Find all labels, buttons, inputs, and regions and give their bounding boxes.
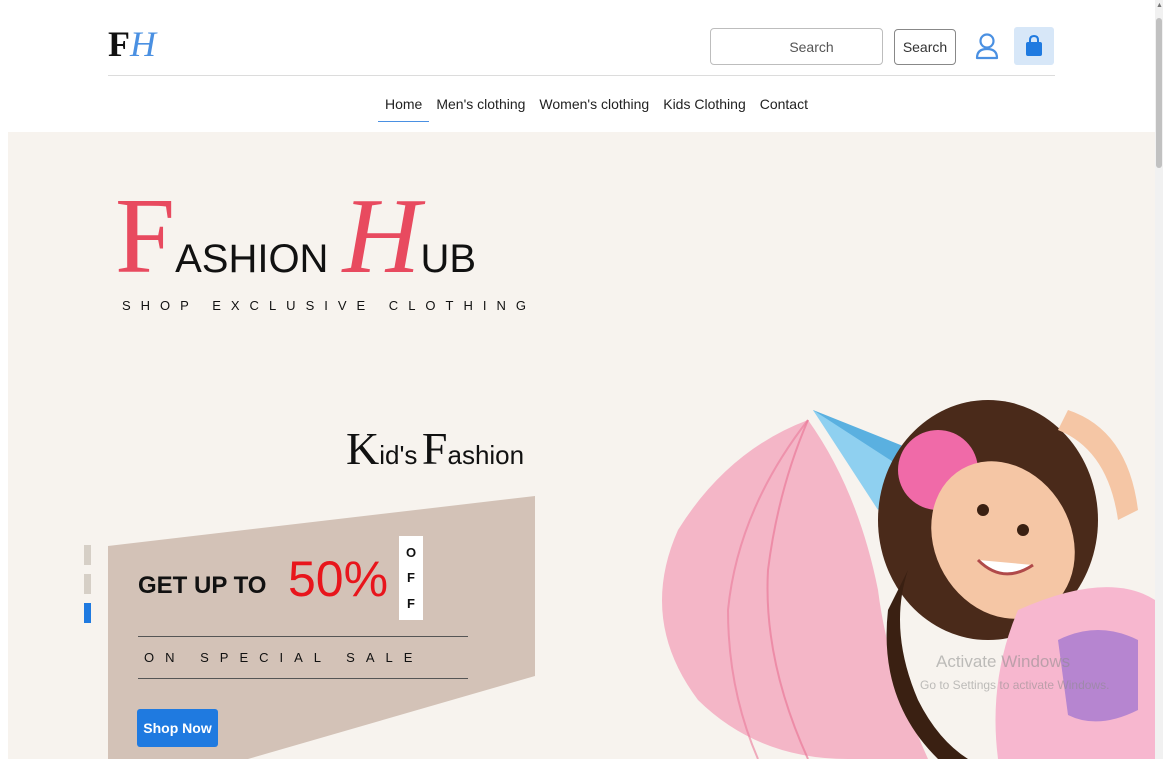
carousel-indicator-1[interactable]: [84, 545, 91, 565]
main-nav: Home Men's clothing Women's clothing Kid…: [378, 88, 815, 126]
scroll-up-arrow-icon[interactable]: ▲: [1156, 2, 1163, 10]
scrollbar-thumb[interactable]: [1156, 18, 1162, 168]
promo-discount-percent: 50%: [288, 551, 389, 607]
off-letter: F: [407, 595, 415, 611]
nav-item-womens-clothing[interactable]: Women's clothing: [532, 88, 656, 122]
search-input[interactable]: [710, 28, 883, 65]
hero-brand-title: FASHION HUB: [115, 182, 476, 292]
promo-divider-top: [138, 636, 468, 637]
hero-kid-photo: [662, 400, 1155, 759]
user-account-icon[interactable]: [974, 31, 1000, 61]
windows-activation-title: Activate Windows: [936, 652, 1071, 671]
kids-title-cap-f: F: [421, 423, 448, 474]
site-header: FH Search Home Men's clothing Women's cl…: [0, 0, 1155, 132]
search-button[interactable]: Search: [894, 29, 956, 65]
site-logo[interactable]: FH: [108, 24, 156, 64]
carousel-indicator-2[interactable]: [84, 574, 91, 594]
logo-letter-f: F: [108, 24, 130, 64]
off-letter: O: [405, 545, 417, 561]
header-divider: [108, 75, 1055, 76]
hero-tagline: SHOP EXCLUSIVE CLOTHING: [122, 298, 536, 313]
carousel-indicators: [84, 545, 92, 632]
nav-item-home[interactable]: Home: [378, 88, 430, 122]
nav-item-mens-clothing[interactable]: Men's clothing: [429, 88, 532, 122]
kids-fashion-title: Kid's Fashion: [346, 422, 524, 475]
promo-special-sale: ON SPECIAL SALE: [144, 650, 424, 665]
hero-carousel: FASHION HUB SHOP EXCLUSIVE CLOTHING Kid's…: [8, 132, 1155, 759]
brand-rest-ashion: ASHION: [175, 237, 329, 281]
kids-title-cap-k: K: [346, 423, 380, 474]
page-scrollbar[interactable]: ▲: [1155, 0, 1163, 759]
carousel-indicator-3[interactable]: [84, 603, 91, 623]
kids-title-rest-ids: id's: [379, 440, 418, 470]
nav-item-kids-clothing[interactable]: Kids Clothing: [656, 88, 753, 122]
kids-title-rest-ashion: ashion: [447, 440, 525, 470]
promo-divider-bottom: [138, 678, 468, 679]
shopping-bag-icon: [1026, 35, 1042, 56]
brand-cap-h: H: [342, 177, 421, 296]
promo-get-up-to: GET UP TO: [138, 572, 267, 599]
off-letter: F: [407, 570, 415, 586]
windows-activation-subtitle: Go to Settings to activate Windows.: [920, 678, 1110, 692]
shop-now-button[interactable]: Shop Now: [137, 709, 218, 747]
brand-cap-f: F: [115, 177, 176, 296]
promo-off-label: O F F: [399, 536, 423, 620]
nav-item-contact[interactable]: Contact: [753, 88, 815, 122]
shopping-bag-button[interactable]: [1014, 27, 1054, 65]
logo-letter-h: H: [130, 24, 156, 64]
brand-rest-ub: UB: [420, 237, 477, 281]
